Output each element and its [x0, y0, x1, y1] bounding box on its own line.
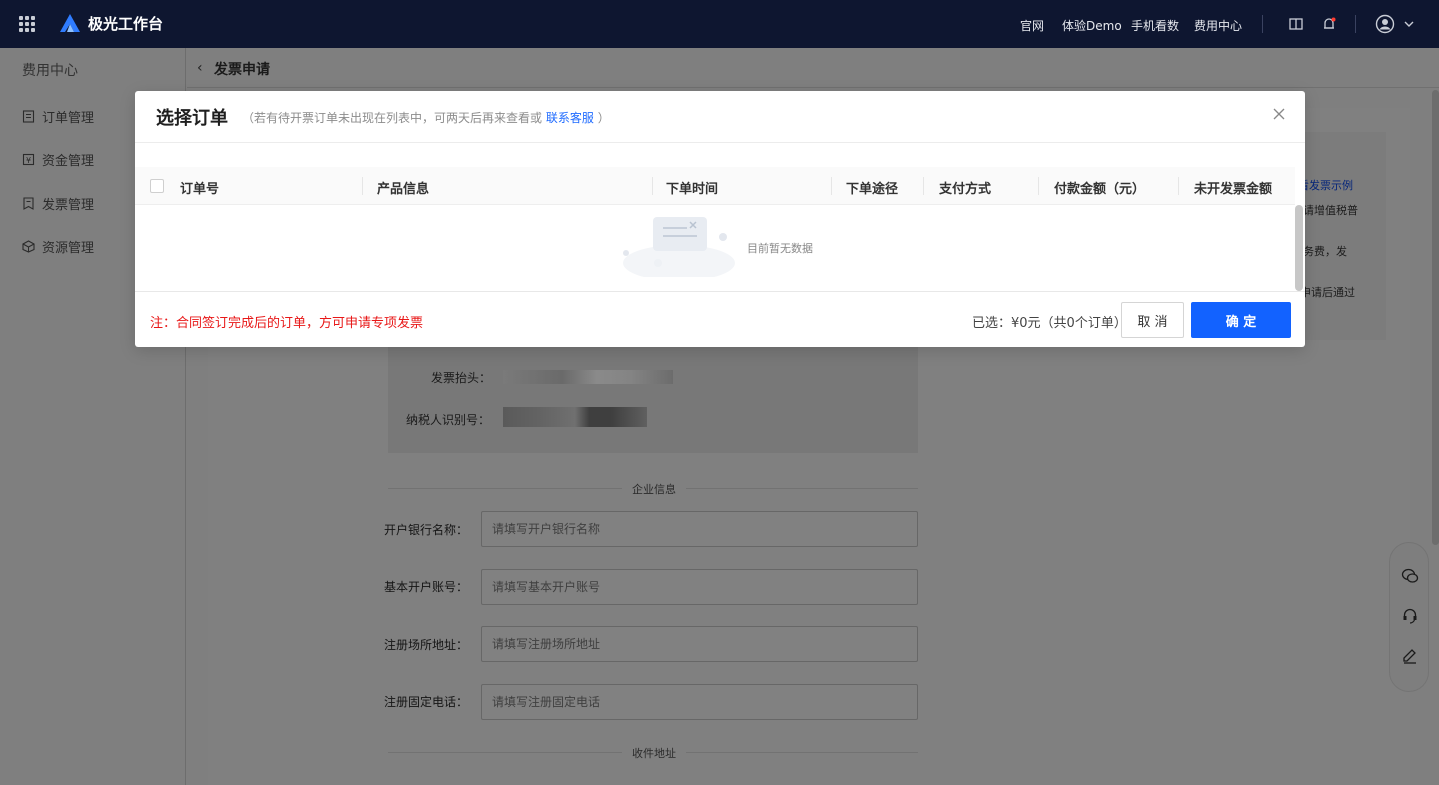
page-title: 发票申请 [214, 62, 270, 78]
registered-phone-label: 注册固定电话： [383, 695, 468, 709]
customer-service-icon[interactable] [1401, 607, 1419, 625]
column-header-payment-method: 支付方式 [939, 182, 992, 197]
brand-name[interactable]: 极光工作台 [88, 13, 163, 34]
registered-address-input[interactable] [481, 626, 918, 662]
svg-text:¥: ¥ [26, 156, 31, 165]
modal-divider [135, 142, 1305, 143]
column-header-order-no: 订单号 [180, 182, 220, 197]
column-header-paid-amount: 付款金额（元） [1054, 182, 1146, 197]
resource-icon [22, 239, 35, 253]
empty-state-text: 目前暂无数据 [747, 242, 813, 255]
redacted-value [503, 370, 673, 384]
bank-name-label: 开户银行名称： [383, 523, 468, 537]
back-arrow-icon[interactable]: ‹ [197, 60, 203, 76]
sidebar-item-orders[interactable]: 订单管理 [22, 106, 94, 126]
select-all-checkbox[interactable] [150, 179, 164, 193]
bank-account-input[interactable] [481, 569, 918, 605]
selected-summary: 已选：¥0元（共0个订单） [972, 316, 1127, 331]
aurora-logo[interactable] [58, 12, 82, 34]
contract-note: 注：合同签订完成后的订单，方可申请专项发票 [150, 316, 424, 331]
sidebar-item-funds[interactable]: ¥ 资金管理 [22, 149, 94, 169]
column-separator [923, 177, 924, 195]
bank-name-input[interactable] [481, 511, 918, 547]
modal-table-scrollbar[interactable] [1295, 205, 1303, 291]
nav-mobile-data[interactable]: 手机看数 [1131, 17, 1179, 34]
sidebar-item-label: 资金管理 [42, 153, 95, 169]
confirm-button[interactable]: 确 定 [1191, 302, 1291, 338]
close-icon[interactable] [1272, 107, 1286, 121]
column-separator [652, 177, 653, 195]
bank-account-label: 基本开户账号： [383, 580, 468, 594]
sidebar-item-resources[interactable]: 资源管理 [22, 236, 94, 256]
apps-grid-icon[interactable] [19, 16, 35, 32]
floating-toolbar [1389, 542, 1429, 692]
top-bar: 极光工作台 官网 体验Demo 手机看数 费用中心 [0, 0, 1439, 48]
contact-support-link[interactable]: 联系客服 [546, 111, 594, 125]
column-separator [1038, 177, 1039, 195]
section-company-info: 企业信息 [622, 481, 686, 497]
chevron-down-icon[interactable] [1403, 18, 1415, 30]
section-shipping-address: 收件地址 [622, 745, 686, 761]
column-separator [362, 177, 363, 195]
user-avatar-icon[interactable] [1375, 14, 1395, 34]
empty-state-illustration [623, 217, 735, 277]
column-header-uninvoiced-amount: 未开发票金额 [1194, 182, 1273, 197]
page-header: ‹ 发票申请 [187, 48, 1439, 88]
cancel-button[interactable]: 取 消 [1121, 302, 1184, 338]
sidebar-title: 费用中心 [22, 63, 78, 79]
tip-text: 申请后通过 [1300, 286, 1355, 299]
book-icon[interactable] [1287, 15, 1305, 33]
sidebar-item-label: 资源管理 [42, 240, 95, 256]
topbar-divider [1355, 15, 1356, 33]
registered-phone-input[interactable] [481, 684, 918, 720]
invoice-info-card: 发票抬头： 纳税人识别号： [388, 346, 918, 453]
column-separator [1178, 177, 1179, 195]
wechat-icon[interactable] [1401, 567, 1419, 585]
fund-icon: ¥ [22, 153, 35, 165]
bell-icon[interactable] [1320, 15, 1338, 33]
order-table-header: 订单号 产品信息 下单时间 下单途径 支付方式 付款金额（元） 未开发票金额 [135, 167, 1295, 205]
page-scrollbar[interactable] [1432, 90, 1439, 545]
nav-demo[interactable]: 体验Demo [1062, 17, 1122, 34]
invoice-icon [23, 196, 34, 210]
modal-footer-divider [135, 291, 1305, 292]
column-header-order-time: 下单时间 [666, 182, 719, 197]
tax-id-label: 纳税人识别号： [406, 413, 491, 427]
invoice-header-label: 发票抬头： [431, 371, 492, 385]
sidebar-item-label: 发票管理 [42, 197, 95, 213]
select-order-modal: 选择订单 （若有待开票订单未出现在列表中，可两天后再来查看或 联系客服 ） 订单… [135, 91, 1305, 347]
sidebar-item-label: 订单管理 [42, 110, 95, 126]
modal-subtitle-suffix: ） [597, 111, 610, 125]
column-header-order-channel: 下单途径 [846, 182, 899, 197]
nav-billing-center[interactable]: 费用中心 [1194, 17, 1242, 34]
topbar-divider [1262, 15, 1263, 33]
modal-title: 选择订单 [156, 108, 228, 129]
edit-icon[interactable] [1401, 647, 1419, 665]
column-separator [831, 177, 832, 195]
redacted-value [503, 407, 647, 427]
sidebar-item-invoices[interactable]: 发票管理 [22, 193, 94, 213]
modal-subtitle: （若有待开票订单未出现在列表中，可两天后再来查看或 联系客服 ） [242, 109, 610, 126]
registered-address-label: 注册场所地址： [383, 638, 468, 652]
column-header-product: 产品信息 [377, 182, 430, 197]
nav-official-site[interactable]: 官网 [1020, 17, 1044, 34]
order-icon [22, 109, 35, 123]
modal-subtitle-text: （若有待开票订单未出现在列表中，可两天后再来查看或 [242, 111, 543, 125]
